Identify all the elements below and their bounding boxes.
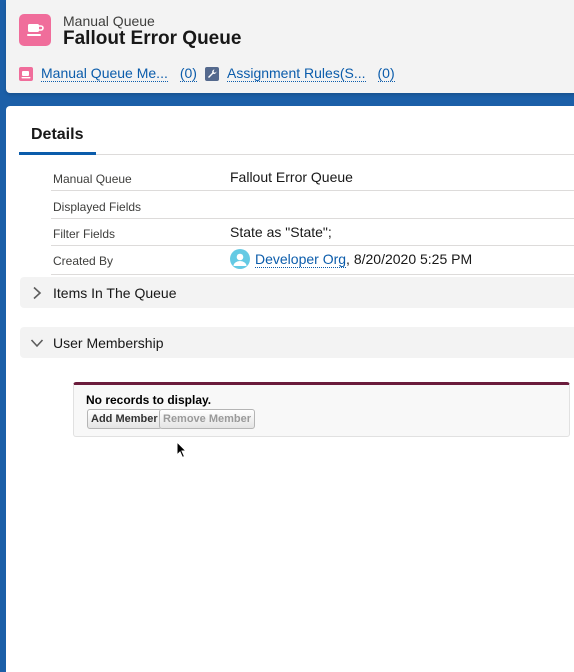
section-label: Items In The Queue	[53, 284, 177, 301]
remove-member-button[interactable]: Remove Member	[159, 409, 256, 429]
section-user-membership[interactable]: User Membership	[20, 327, 574, 358]
related-link-count[interactable]: (0)	[377, 66, 395, 82]
related-link-count[interactable]: (0)	[179, 66, 197, 82]
manual-queue-icon	[19, 14, 51, 46]
chevron-right-icon	[20, 286, 53, 300]
related-link-assignment-rules[interactable]: Assignment Rules(S... (0)	[205, 66, 395, 82]
details-card: Details Manual Queue Fallout Error Queue…	[6, 106, 574, 672]
related-link-manual-queue-members[interactable]: Manual Queue Me... (0)	[19, 66, 197, 82]
wrench-icon	[205, 67, 219, 81]
field-row-filter-fields: Filter Fields State as "State";	[51, 219, 574, 246]
field-row-created-by: Created By Developer Org , 8/20/2020 5:2…	[51, 246, 574, 275]
section-items-in-queue[interactable]: Items In The Queue	[20, 277, 574, 308]
field-label: Created By	[53, 254, 114, 268]
queue-icon	[19, 67, 33, 81]
empty-message: No records to display.	[86, 393, 212, 407]
related-link-label[interactable]: Assignment Rules(S...	[227, 66, 366, 82]
object-type-label: Manual Queue	[63, 13, 155, 29]
tab-bar: Details	[19, 106, 574, 155]
field-label: Displayed Fields	[53, 200, 142, 214]
field-row-manual-queue: Manual Queue Fallout Error Queue	[51, 164, 574, 191]
section-label: User Membership	[53, 334, 164, 351]
mouse-cursor-icon	[176, 441, 188, 459]
field-value-created-by: Developer Org , 8/20/2020 5:25 PM	[230, 249, 472, 269]
chevron-down-icon	[20, 338, 53, 348]
field-value: State as "State";	[230, 224, 332, 240]
page-title: Fallout Error Queue	[63, 28, 242, 49]
created-date: , 8/20/2020 5:25 PM	[346, 251, 473, 267]
record-header: Manual Queue Fallout Error Queue Manual …	[6, 0, 574, 93]
tab-details[interactable]: Details	[19, 106, 96, 155]
field-label: Manual Queue	[53, 172, 132, 186]
related-link-label[interactable]: Manual Queue Me...	[41, 66, 168, 82]
created-by-link[interactable]: Developer Org	[255, 251, 347, 268]
field-label: Filter Fields	[53, 227, 116, 241]
add-member-button[interactable]: Add Member	[87, 409, 162, 429]
field-row-displayed-fields: Displayed Fields	[51, 192, 574, 219]
field-value: Fallout Error Queue	[230, 169, 353, 185]
user-membership-panel: No records to display. Add Member Remove…	[73, 382, 570, 437]
avatar	[230, 249, 250, 269]
